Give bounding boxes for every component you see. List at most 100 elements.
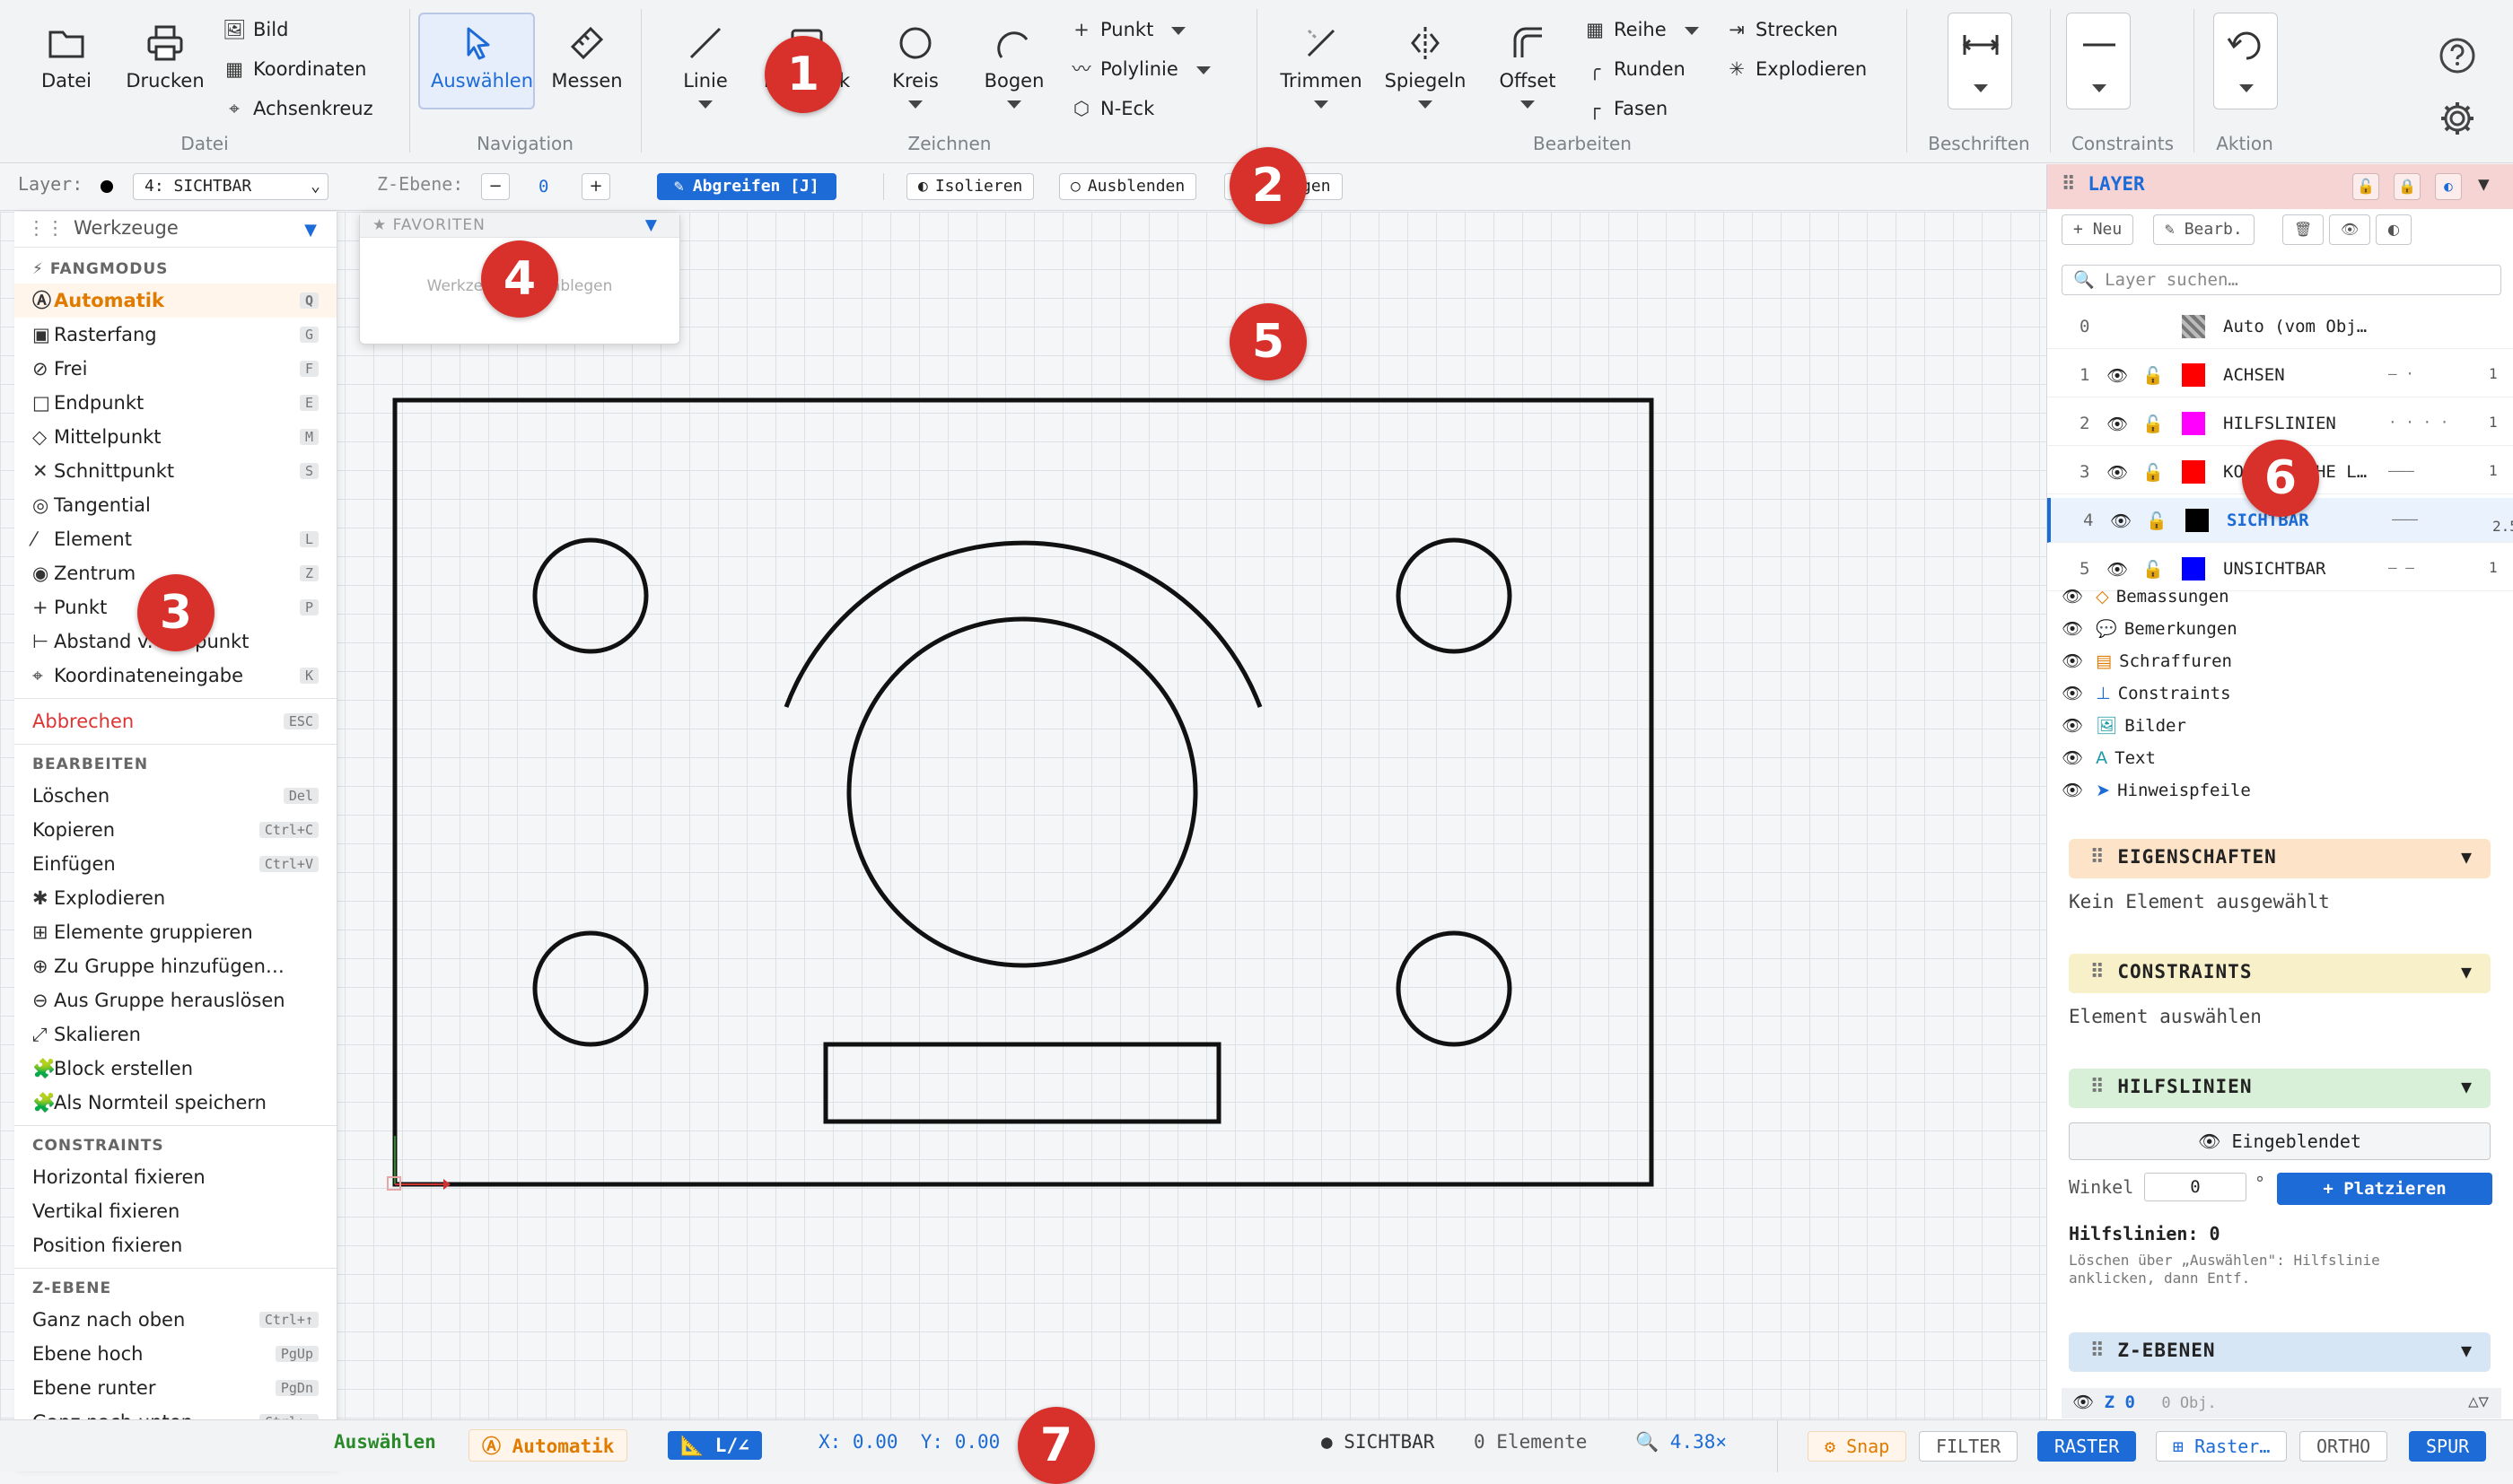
- snap-mode-item[interactable]: ▣ Rasterfang G: [14, 318, 337, 352]
- constraint-button[interactable]: [2066, 13, 2131, 109]
- snap-mode-item[interactable]: ◇ Mittelpunkt M: [14, 420, 337, 454]
- constraints-panel-header[interactable]: ⠿ CONSTRAINTS ▼: [2069, 954, 2491, 993]
- constraint-action-item[interactable]: Position fixieren: [14, 1228, 337, 1262]
- eye-icon[interactable]: 👁: [2062, 587, 2088, 607]
- eye-icon[interactable]: 👁: [2106, 462, 2128, 483]
- snap-mode-item[interactable]: ✕ Schnittpunkt S: [14, 454, 337, 488]
- collapse-icon[interactable]: ▼: [2461, 1340, 2473, 1361]
- chevron-down-icon[interactable]: [1171, 26, 1186, 35]
- gear-icon[interactable]: [2438, 99, 2477, 138]
- eye-icon[interactable]: 👁: [2106, 365, 2128, 386]
- filter-toggle[interactable]: FILTER: [1919, 1431, 2018, 1462]
- edit-layer-button[interactable]: ✎ Bearb.: [2153, 214, 2255, 245]
- circle-tool-button[interactable]: Kreis: [871, 13, 960, 120]
- polyline-tool-button[interactable]: 〰 Polylinie: [1070, 54, 1211, 84]
- layer-panel-header[interactable]: ⠿ LAYER 🔓 🔒 ◐ ▼: [2047, 164, 2513, 209]
- zebenen-panel-header[interactable]: ⠿ Z-EBENEN ▼: [2069, 1332, 2491, 1372]
- eye-icon[interactable]: 👁: [2106, 559, 2128, 580]
- collapse-icon[interactable]: ▼: [2461, 846, 2473, 868]
- tools-panel-header[interactable]: ⋮⋮ Werkzeuge ▼: [14, 212, 337, 248]
- measure-button[interactable]: Messen: [542, 13, 632, 120]
- hilfslinien-panel-header[interactable]: ⠿ HILFSLINIEN ▼: [2069, 1069, 2491, 1108]
- eye-icon[interactable]: 👁: [2110, 511, 2132, 531]
- zebene-row[interactable]: 👁 Z 0 0 Obj. △▽: [2062, 1388, 2501, 1419]
- edit-action-item[interactable]: 🧩Block erstellen: [14, 1052, 337, 1086]
- collapse-icon[interactable]: ▼: [2461, 1076, 2473, 1097]
- eye-icon[interactable]: 👁: [2062, 619, 2088, 639]
- polygon-tool-button[interactable]: ⬡ N-Eck: [1070, 93, 1154, 124]
- eye-icon[interactable]: 👁: [2062, 748, 2088, 768]
- visibility-item[interactable]: 👁 💬 Bemerkungen: [2062, 618, 2237, 639]
- edit-action-item[interactable]: ⤢ Skalieren: [14, 1017, 337, 1052]
- visibility-item[interactable]: 👁 ⊥ Constraints: [2062, 683, 2231, 703]
- unlock-icon[interactable]: 🔓: [2146, 511, 2167, 531]
- collapse-icon[interactable]: ▼: [2478, 173, 2490, 195]
- collapse-icon[interactable]: ▼: [304, 221, 317, 240]
- status-snap-mode[interactable]: Ⓐ Automatik: [468, 1429, 628, 1462]
- help-icon[interactable]: [2438, 36, 2477, 75]
- unlock-icon[interactable]: 🔓: [2142, 414, 2164, 434]
- drag-handle-icon[interactable]: ⋮⋮: [27, 217, 65, 239]
- chevron-down-icon[interactable]: [698, 100, 713, 109]
- edit-action-item[interactable]: ✱ Explodieren: [14, 881, 337, 915]
- chamfer-button[interactable]: ┌ Fasen: [1583, 93, 1668, 124]
- chevron-down-icon[interactable]: [1007, 100, 1021, 109]
- properties-panel-header[interactable]: ⠿ EIGENSCHAFTEN ▼: [2069, 839, 2491, 878]
- ortho-toggle[interactable]: ORTHO: [2299, 1431, 2388, 1462]
- zebene-minus-button[interactable]: −: [481, 173, 510, 200]
- zebene-action-item[interactable]: Ganz nach oben Ctrl+↑: [14, 1303, 337, 1337]
- chevron-down-icon[interactable]: [1314, 100, 1328, 109]
- visibility-item[interactable]: 👁 ◇ Bemassungen: [2062, 586, 2229, 607]
- layer-row[interactable]: 0 Auto (vom Obj…: [2047, 304, 2513, 349]
- contrast-icon[interactable]: ◐: [2435, 173, 2462, 200]
- chevron-down-icon[interactable]: [2092, 84, 2106, 92]
- snap-mode-item[interactable]: ⊘ Frei F: [14, 352, 337, 386]
- visibility-item[interactable]: 👁 A Text: [2062, 747, 2156, 768]
- contrast-icon[interactable]: ◐: [2376, 214, 2412, 245]
- select-tool-button[interactable]: Auswählen: [431, 13, 533, 120]
- drag-handle-icon[interactable]: ⠿: [2090, 1340, 2105, 1361]
- layer-row[interactable]: 1 👁 🔓 ACHSEN — · 1: [2047, 353, 2513, 397]
- chevron-down-icon[interactable]: [908, 100, 923, 109]
- edit-action-item[interactable]: Einfügen Ctrl+V: [14, 847, 337, 881]
- hole-bottom-left[interactable]: [532, 930, 649, 1047]
- crosshair-button[interactable]: ⌖ Achsenkreuz: [223, 93, 373, 124]
- status-angle-mode[interactable]: 📐 L/∠: [668, 1431, 762, 1460]
- zebene-action-item[interactable]: Ebene runter PgDn: [14, 1371, 337, 1405]
- chevron-down-icon[interactable]: [1520, 100, 1535, 109]
- chevron-down-icon[interactable]: [1684, 26, 1699, 35]
- constraint-action-item[interactable]: Vertikal fixieren: [14, 1194, 337, 1228]
- hole-top-left[interactable]: [532, 537, 649, 654]
- eye-icon[interactable]: 👁: [2072, 1392, 2105, 1412]
- snap-mode-item[interactable]: ⌖ Koordinateneingabe K: [14, 659, 337, 693]
- snap-mode-item[interactable]: □ Endpunkt E: [14, 386, 337, 420]
- tracking-toggle[interactable]: SPUR: [2409, 1431, 2487, 1462]
- eye-icon[interactable]: 👁: [2062, 716, 2088, 736]
- layer-select[interactable]: 4: SICHTBAR ⌄: [133, 173, 328, 200]
- eye-icon[interactable]: 👁: [2062, 781, 2088, 800]
- eye-icon[interactable]: 👁: [2062, 684, 2088, 703]
- guidelines-toggle-button[interactable]: 👁 Eingeblendet: [2069, 1122, 2491, 1160]
- visibility-item[interactable]: 👁 ➤ Hinweispfeile: [2062, 780, 2251, 800]
- explode-button[interactable]: ✳ Explodieren: [1725, 54, 1867, 84]
- unlock-icon[interactable]: 🔓: [2142, 462, 2164, 483]
- snap-toggle[interactable]: ⚙ Snap: [1808, 1431, 1907, 1462]
- mirror-button[interactable]: Spiegeln: [1380, 13, 1470, 120]
- center-circle[interactable]: [846, 616, 1198, 968]
- collapse-icon[interactable]: ▼: [645, 216, 658, 234]
- lock-all-icon[interactable]: 🔒: [2394, 173, 2421, 200]
- angle-input[interactable]: 0: [2144, 1173, 2246, 1201]
- edit-action-item[interactable]: 🧩Als Normteil speichern: [14, 1086, 337, 1120]
- cancel-item[interactable]: Abbrechen ESC: [14, 704, 337, 738]
- point-tool-button[interactable]: + Punkt: [1070, 14, 1186, 45]
- chevron-down-icon[interactable]: [1418, 100, 1432, 109]
- visibility-item[interactable]: 👁 ▤ Schraffuren: [2062, 650, 2232, 671]
- snap-mode-item[interactable]: Ⓐ Automatik Q: [14, 284, 337, 318]
- trim-button[interactable]: Trimmen: [1276, 13, 1366, 120]
- edit-action-item[interactable]: ⊖ Aus Gruppe herauslösen: [14, 983, 337, 1017]
- trash-icon[interactable]: 🗑: [2282, 214, 2325, 245]
- coordinates-button[interactable]: ▦ Koordinaten: [223, 54, 366, 84]
- edit-action-item[interactable]: ⊞ Elemente gruppieren: [14, 915, 337, 949]
- array-button[interactable]: ▦ Reihe: [1583, 14, 1699, 45]
- top-arc[interactable]: [784, 540, 1263, 708]
